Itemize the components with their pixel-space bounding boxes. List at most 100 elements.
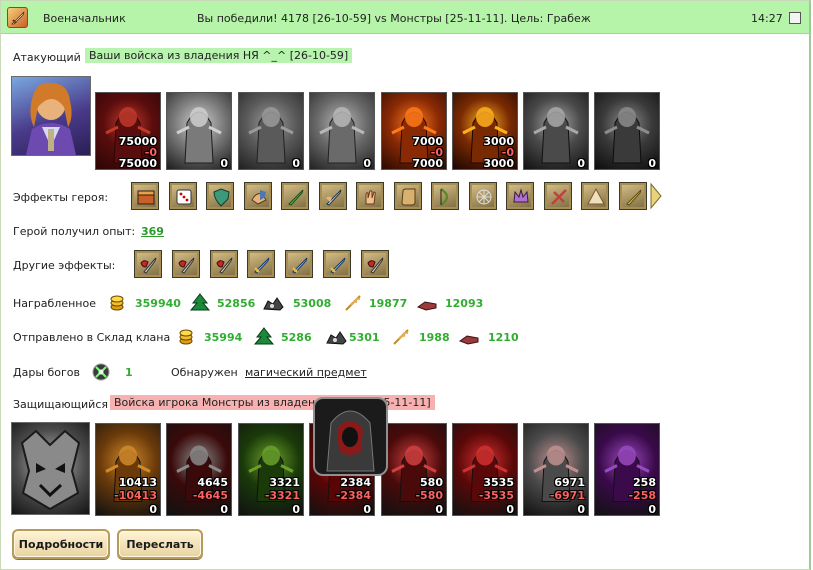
attacker-tag: Ваши войска из владения НЯ ^_^ [26-10-59… [85,48,353,63]
unit-remain: 3000 [483,157,514,170]
select-checkbox[interactable] [789,12,801,24]
unit-count: 6971 [554,476,585,489]
unit-remain: 0 [363,503,371,516]
resource-value: 1210 [488,331,519,344]
attacker-unit-red-dragon[interactable]: 75000 -0 75000 [95,92,161,170]
green-sword-icon[interactable] [281,182,309,210]
scroll-icon[interactable] [393,182,422,210]
experience-value-link[interactable]: 369 [141,225,164,238]
fist-sword-icon[interactable] [209,250,238,278]
looted-label: Награбленное [13,297,96,310]
hand-shield-icon[interactable] [243,182,272,210]
details-button[interactable]: Подробности [12,529,110,559]
found-item-link[interactable]: магический предмет [245,366,367,379]
clan-storage-label: Отправлено в Склад клана [13,331,171,344]
unit-hover-popup [313,397,388,476]
attacker-unit-dark-knight[interactable]: 0 [523,92,589,170]
defender-portrait[interactable] [11,422,90,515]
palm-icon[interactable] [356,182,384,210]
defender-unit-spider[interactable]: 580 -580 0 [381,423,447,516]
unit-remain: 0 [149,503,157,516]
sword-hand-icon[interactable] [318,182,347,210]
report-time: 14:27 [751,12,783,25]
forward-button[interactable]: Переслать [117,529,203,559]
gold-icon [110,293,132,311]
unit-count: 4645 [197,476,228,489]
gift-orb-icon [92,363,110,381]
unit-loss: -580 [415,489,443,502]
resource-value: 19877 [369,297,408,310]
sword-icon[interactable] [618,182,647,210]
found-label: Обнаружен [171,366,238,379]
resource-value: 359940 [135,297,181,310]
chest-icon[interactable] [131,182,159,210]
ore-icon [262,293,284,311]
unit-remain: 0 [220,503,228,516]
unit-remain: 0 [363,157,371,170]
attacker-unit-gargoyle[interactable]: 0 [309,92,375,170]
attacker-unit-fire-elemental[interactable]: 7000 -0 7000 [381,92,447,170]
report-header: Военачальник Вы победили! 4178 [26-10-59… [1,1,809,34]
defender-label: Защищающийся [13,398,108,411]
unit-count: 3535 [483,476,514,489]
gods-gifts-value: 1 [125,366,133,379]
unit-remain: 0 [577,157,585,170]
gods-gifts-label: Дары богов [13,366,81,379]
ore-icon [325,327,347,345]
unit-remain: 0 [220,157,228,170]
unit-count: 2384 [340,476,371,489]
experience-label: Герой получил опыт: [13,225,136,238]
defender-unit-stone-titan[interactable]: 6971 -6971 0 [523,423,589,516]
wood-icon [253,327,275,345]
resource-value: 53008 [293,297,332,310]
attacker-unit-hooded-reaper[interactable]: 0 [594,92,660,170]
defender-unit-pumpkin-ogre[interactable]: 10413 -10413 0 [95,423,161,516]
attacker-unit-ghoul[interactable]: 0 [238,92,304,170]
unit-remain: 0 [648,157,656,170]
grain-icon [391,327,413,345]
report-title: Военачальник [43,12,126,25]
tent-icon[interactable] [581,182,609,210]
unit-loss: -10413 [114,489,157,502]
web-icon[interactable] [468,182,497,210]
defender-unit-purple-demon[interactable]: 258 -258 0 [594,423,660,516]
grain-icon [343,293,365,311]
fist-sword-icon[interactable] [360,250,389,278]
scroll-right-icon[interactable] [650,182,662,210]
defender-unit-red-golem[interactable]: 4645 -4645 0 [166,423,232,516]
wood-icon [189,293,211,311]
unit-remain: 7000 [412,157,443,170]
defender-unit-red-beast[interactable]: 3535 -3535 0 [452,423,518,516]
blue-sword-icon[interactable] [247,250,276,278]
bow-icon[interactable] [431,182,459,210]
stone-icon [458,327,480,345]
attacker-unit-skeleton-warrior[interactable]: 0 [166,92,232,170]
unit-loss: -258 [628,489,656,502]
crossbow-icon[interactable] [543,182,572,210]
unit-loss: -2384 [335,489,371,502]
sword-icon [7,7,28,28]
shield-icon[interactable] [206,182,234,210]
crown-icon[interactable] [506,182,534,210]
resource-value: 12093 [445,297,484,310]
blue-sword-icon[interactable] [323,250,351,278]
blue-sword-icon[interactable] [285,250,314,278]
resource-value: 5301 [349,331,380,344]
unit-loss: -3535 [478,489,514,502]
hero-portrait[interactable] [11,76,91,156]
resource-value: 5286 [281,331,312,344]
attacker-unit-fire-warrior[interactable]: 3000 -0 3000 [452,92,518,170]
unit-remain: 0 [435,503,443,516]
unit-count: 580 [420,476,443,489]
other-effects-label: Другие эффекты: [13,259,116,272]
unit-loss: -4645 [192,489,228,502]
unit-remain: 0 [648,503,656,516]
fist-sword-icon[interactable] [134,250,162,278]
fist-sword-icon[interactable] [171,250,200,278]
unit-remain: 0 [506,503,514,516]
gold-icon [179,327,201,345]
resource-value: 1988 [419,331,450,344]
stone-icon [416,293,438,311]
dice-icon[interactable] [168,182,197,210]
defender-unit-orc-warrior[interactable]: 3321 -3321 0 [238,423,304,516]
